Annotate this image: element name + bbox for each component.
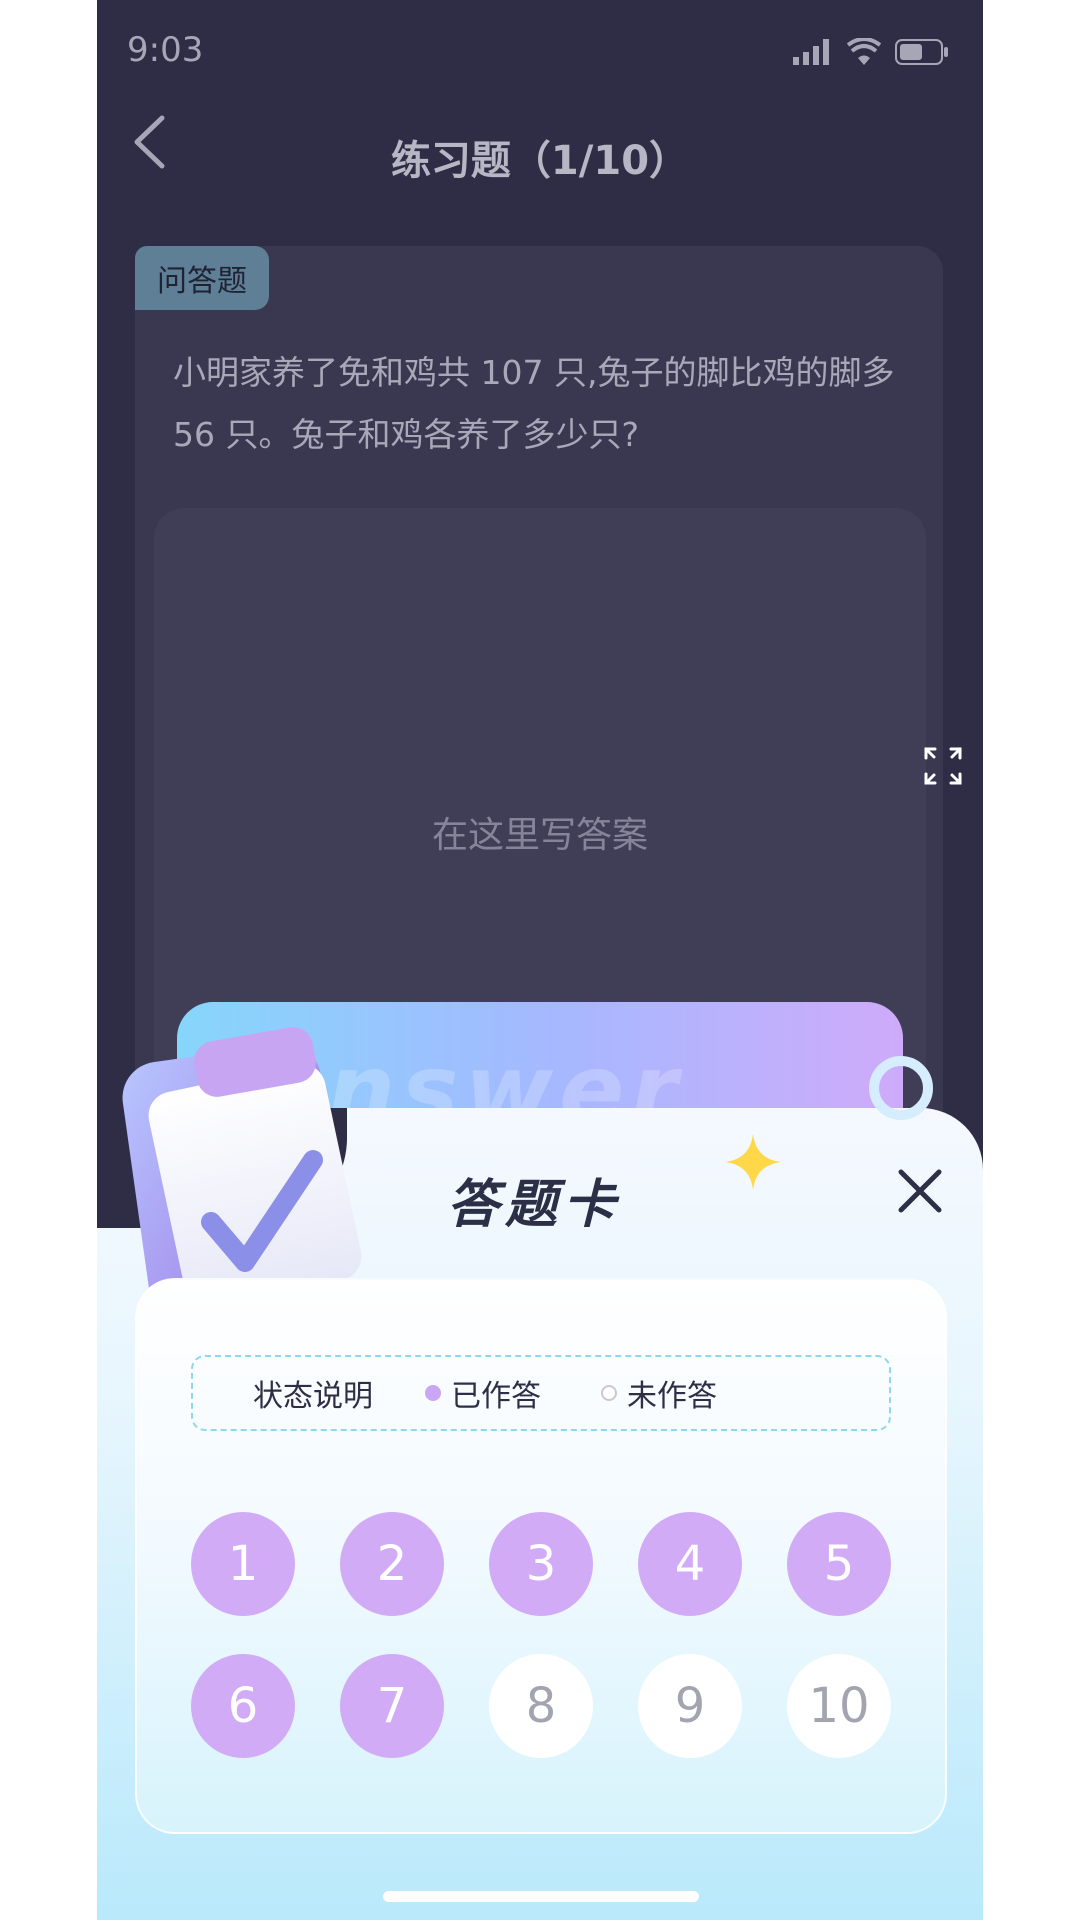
- question-number-button[interactable]: 10: [787, 1654, 891, 1758]
- question-text: 小明家养了免和鸡共 107 只,兔子的脚比鸡的脚多 56 只。兔子和鸡各养了多少…: [173, 353, 895, 454]
- battery-icon: [895, 39, 948, 65]
- wifi-icon: [847, 38, 881, 65]
- answer-sheet-title: 答题卡: [447, 1175, 622, 1235]
- phone-screen: 9:03 练习题（1/10） 问答题 小明家养了免和鸡共 107 只,兔子的脚比…: [97, 0, 983, 1920]
- close-icon[interactable]: [897, 1168, 943, 1214]
- question-type-tag: 问答题: [135, 246, 269, 310]
- answered-dot-icon: [425, 1385, 441, 1401]
- unanswered-dot-icon: [601, 1385, 617, 1401]
- question-number-button[interactable]: 6: [191, 1654, 295, 1758]
- status-legend: 状态说明 已作答 未作答: [191, 1355, 891, 1431]
- legend-unanswered: 未作答: [627, 1379, 717, 1414]
- question-number-button[interactable]: 5: [787, 1512, 891, 1616]
- question-number-button[interactable]: 4: [638, 1512, 742, 1616]
- page-title: 练习题（1/10）: [390, 138, 690, 184]
- question-number-button[interactable]: 1: [191, 1512, 295, 1616]
- decorative-ring: [869, 1056, 933, 1120]
- legend-label: 状态说明: [253, 1379, 373, 1414]
- question-number-button[interactable]: 8: [489, 1654, 593, 1758]
- question-number-button[interactable]: 2: [340, 1512, 444, 1616]
- legend-answered: 已作答: [451, 1379, 541, 1414]
- home-indicator[interactable]: [383, 1891, 699, 1902]
- question-number-button[interactable]: 9: [638, 1654, 742, 1758]
- status-icons: [793, 38, 949, 66]
- question-number-button[interactable]: 3: [489, 1512, 593, 1616]
- question-number-grid: 1 2 3 4 5 6 7 8 9 10: [191, 1512, 891, 1758]
- status-time: 9:03: [127, 30, 204, 70]
- question-number-button[interactable]: 7: [340, 1654, 444, 1758]
- expand-icon[interactable]: [923, 746, 963, 786]
- signal-icon: [793, 39, 829, 65]
- answer-placeholder: 在这里写答案: [431, 815, 648, 856]
- sparkle-icon: [725, 1134, 781, 1190]
